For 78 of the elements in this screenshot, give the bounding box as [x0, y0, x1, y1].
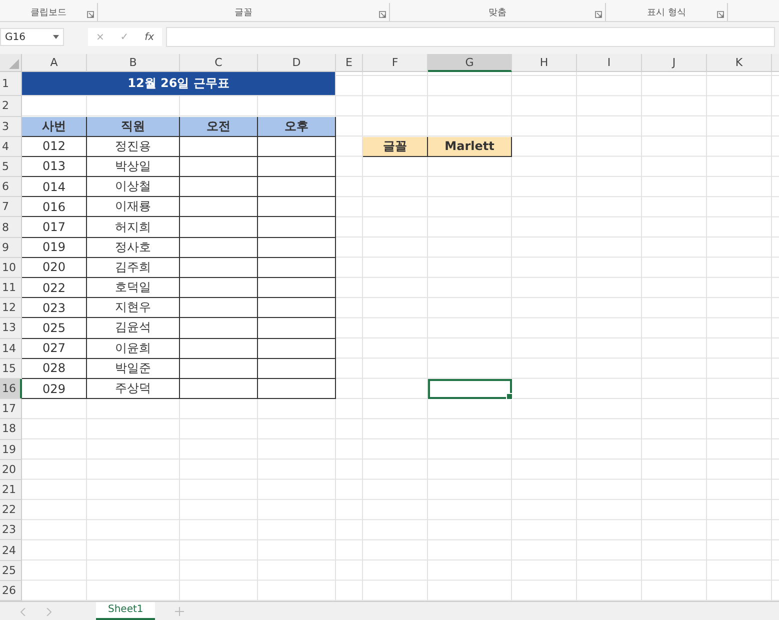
- column-heading: 사번: [22, 116, 87, 137]
- table-cell: 김주희: [87, 258, 180, 278]
- table-cell: 013: [22, 156, 87, 178]
- row-header[interactable]: 14: [0, 338, 22, 359]
- column-heading: 오전: [180, 116, 258, 137]
- table-cell: 호덕일: [87, 278, 180, 298]
- table-cell: 허지희: [87, 217, 180, 238]
- insert-function-button[interactable]: fx: [144, 32, 154, 43]
- table-cell: 정진용: [87, 136, 180, 157]
- row-header[interactable]: 13: [0, 318, 22, 339]
- table-cell: 027: [22, 338, 87, 359]
- table-title: 12월 26일 근무표: [22, 72, 336, 96]
- row-header[interactable]: 1: [0, 72, 22, 96]
- row-header[interactable]: 9: [0, 238, 22, 258]
- label-cell: 글꼴: [363, 136, 428, 157]
- name-box[interactable]: G16: [0, 28, 64, 46]
- row-header[interactable]: 7: [0, 197, 22, 218]
- ribbon-group-label: 표시 형식: [647, 6, 686, 19]
- row-header[interactable]: 5: [0, 156, 22, 178]
- row-header[interactable]: 16: [0, 378, 22, 400]
- table-cell: 016: [22, 197, 87, 218]
- dialog-launcher-icon[interactable]: [717, 11, 724, 18]
- table-cell: 이윤희: [87, 338, 180, 359]
- dialog-launcher-icon[interactable]: [595, 11, 602, 18]
- table-cell: 김윤석: [87, 318, 180, 339]
- row-header[interactable]: 6: [0, 177, 22, 198]
- table-cell: 022: [22, 278, 87, 298]
- sheet-tab[interactable]: Sheet1: [96, 602, 156, 620]
- column-heading: 오후: [258, 116, 336, 137]
- dialog-launcher-icon[interactable]: [379, 11, 386, 18]
- row-header[interactable]: 21: [0, 480, 22, 500]
- table-cell: 014: [22, 177, 87, 198]
- value-cell: Marlett: [428, 136, 512, 157]
- row-header[interactable]: 26: [0, 580, 22, 601]
- table-cell: 박일준: [87, 358, 180, 379]
- table-cell: 정사호: [87, 238, 180, 258]
- table-cell: 이재룡: [87, 197, 180, 218]
- ribbon-group-label: 클립보드: [30, 6, 66, 19]
- dialog-launcher-icon[interactable]: [87, 11, 94, 18]
- ribbon-group-label: 맞춤: [488, 6, 506, 19]
- row-header[interactable]: 3: [0, 116, 22, 137]
- row-header[interactable]: 11: [0, 278, 22, 298]
- ribbon-group-label: 글꼴: [234, 6, 252, 19]
- row-header[interactable]: 20: [0, 460, 22, 480]
- column-header[interactable]: G: [428, 54, 512, 72]
- column-header[interactable]: A: [22, 54, 87, 72]
- row-header[interactable]: 23: [0, 520, 22, 540]
- row-header[interactable]: 18: [0, 419, 22, 440]
- table-cell: 이상철: [87, 177, 180, 198]
- table-cell: 025: [22, 318, 87, 339]
- table-cell: 박상일: [87, 156, 180, 178]
- row-header[interactable]: 10: [0, 258, 22, 278]
- table-cell: 017: [22, 217, 87, 238]
- table-cell: 029: [22, 378, 87, 400]
- table-cell: 지현우: [87, 298, 180, 318]
- row-header[interactable]: 19: [0, 440, 22, 460]
- table-cell: 주상덕: [87, 378, 180, 400]
- table-cell: 020: [22, 258, 87, 278]
- row-header[interactable]: 25: [0, 560, 22, 581]
- row-header[interactable]: 8: [0, 217, 22, 238]
- row-header[interactable]: 2: [0, 96, 22, 116]
- table-cell: 023: [22, 298, 87, 318]
- row-header[interactable]: 22: [0, 500, 22, 520]
- table-cell: 012: [22, 136, 87, 157]
- table-cell: 028: [22, 358, 87, 379]
- row-header[interactable]: 24: [0, 540, 22, 561]
- row-header[interactable]: 4: [0, 136, 22, 157]
- table-cell: 019: [22, 238, 87, 258]
- column-heading: 직원: [87, 116, 180, 137]
- row-header[interactable]: 17: [0, 399, 22, 420]
- formula-input[interactable]: [166, 27, 775, 48]
- column-header[interactable]: D: [258, 54, 336, 72]
- selected-cell[interactable]: [428, 378, 512, 400]
- column-header[interactable]: B: [87, 54, 180, 72]
- caret-icon[interactable]: [53, 35, 59, 40]
- row-header[interactable]: 12: [0, 298, 22, 318]
- column-header[interactable]: C: [180, 54, 258, 72]
- row-header[interactable]: 15: [0, 358, 22, 379]
